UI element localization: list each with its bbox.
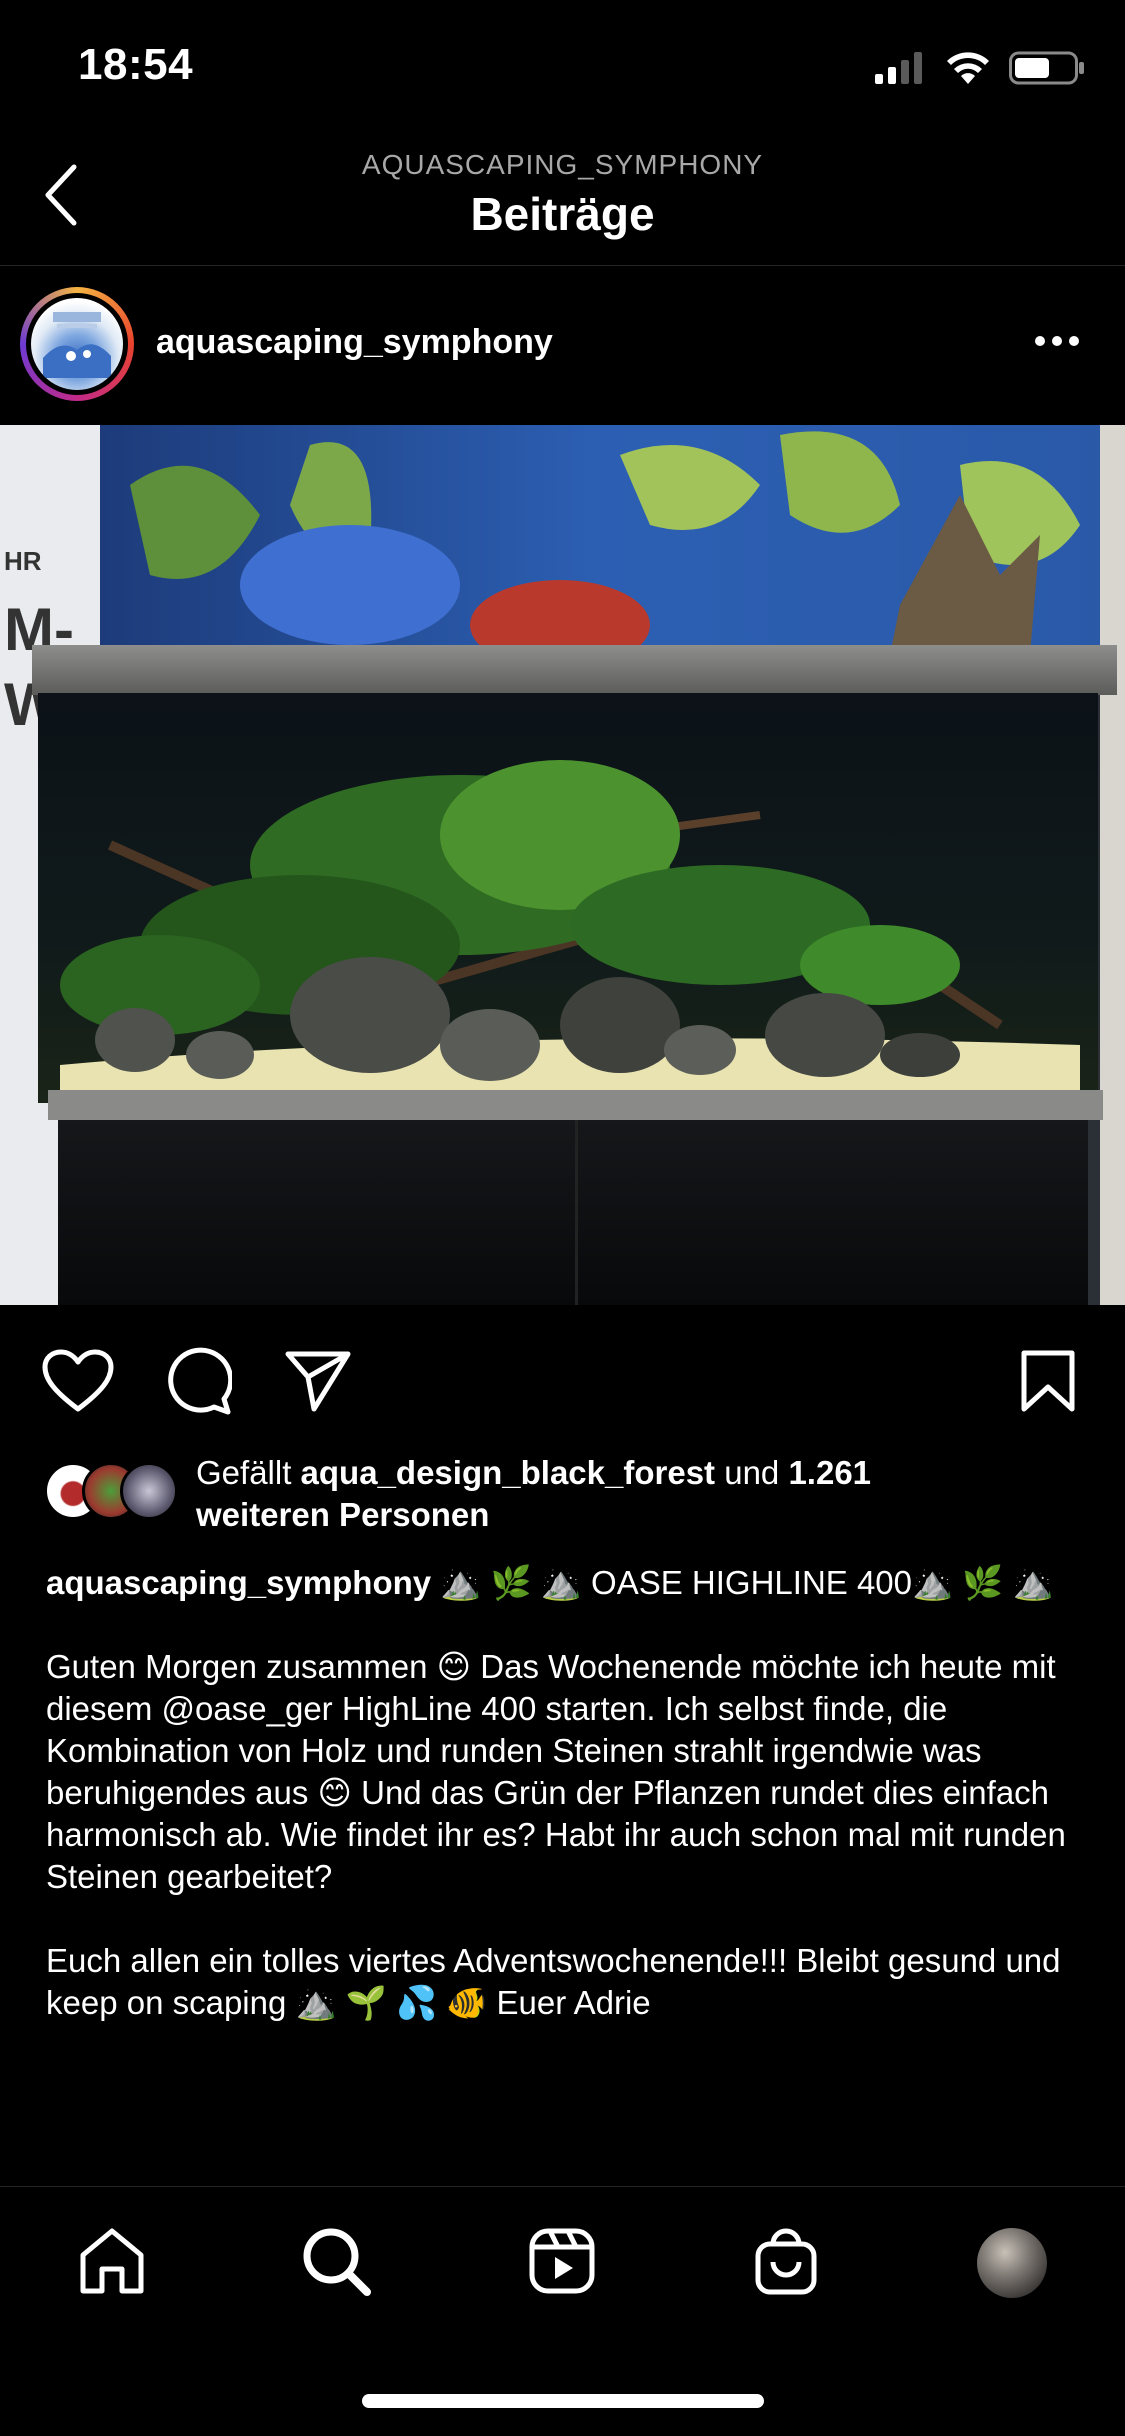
post-caption: aquascaping_symphony ⛰️ 🌿 ⛰️ OASE HIGHLI…: [46, 1562, 1086, 2024]
post-image[interactable]: HR M- W: [0, 425, 1125, 1305]
tab-shop[interactable]: [746, 2223, 826, 2303]
more-options-button[interactable]: [1027, 323, 1087, 363]
reels-icon: [528, 2227, 596, 2300]
like-button[interactable]: [38, 1343, 118, 1423]
avatar[interactable]: [31, 298, 123, 390]
caption-headline: ⛰️ 🌿 ⛰️ OASE HIGHLINE 400⛰️ 🌿 ⛰️: [440, 1564, 1054, 1601]
post-header: aquascaping_symphony: [0, 265, 1125, 425]
home-indicator[interactable]: [362, 2394, 764, 2408]
signal-icon: [875, 51, 927, 89]
page-title: Beiträge: [470, 188, 655, 240]
story-ring[interactable]: [20, 287, 134, 401]
caption-paragraph-2: Euch allen ein tolles viertes Adventswoc…: [46, 1942, 1061, 2021]
tab-home[interactable]: [72, 2223, 152, 2303]
status-time: 18:54: [78, 40, 194, 89]
likes-suffix[interactable]: weiteren Personen: [196, 1496, 489, 1533]
comment-button[interactable]: [158, 1343, 238, 1423]
shop-icon: [753, 2226, 819, 2301]
status-bar: 18:54: [0, 0, 1125, 135]
caption-headline-line: aquascaping_symphony ⛰️ 🌿 ⛰️ OASE HIGHLI…: [46, 1562, 1086, 1604]
liker-avatars: [44, 1462, 184, 1522]
likes-middle: und: [715, 1454, 789, 1491]
wall-text-1: HR: [4, 546, 42, 576]
comment-icon: [164, 1347, 234, 1420]
tab-search[interactable]: [296, 2223, 376, 2303]
likes-count[interactable]: 1.261: [788, 1454, 871, 1491]
post-username[interactable]: aquascaping_symphony: [156, 323, 553, 362]
likes-prefix: Gefällt: [196, 1454, 301, 1491]
profile-avatar: [977, 2228, 1047, 2298]
search-icon: [301, 2226, 371, 2301]
wifi-icon: [945, 51, 991, 90]
battery-icon: [1009, 50, 1085, 91]
send-icon: [284, 1349, 352, 1418]
likes-row[interactable]: Gefällt aqua_design_black_forest und 1.2…: [0, 1452, 1125, 1552]
nav-header: AQUASCAPING_SYMPHONY Beiträge: [0, 135, 1125, 266]
tab-profile[interactable]: [972, 2223, 1052, 2303]
heart-icon: [42, 1349, 114, 1418]
caption-username[interactable]: aquascaping_symphony: [46, 1564, 431, 1601]
status-icons: [875, 48, 1085, 92]
share-button[interactable]: [278, 1343, 358, 1423]
caption-paragraph-1: Guten Morgen zusammen 😊 Das Wochenende m…: [46, 1648, 1066, 1895]
avatar-border: [26, 293, 128, 395]
nav-subtitle: AQUASCAPING_SYMPHONY: [361, 149, 764, 180]
save-button[interactable]: [1008, 1343, 1088, 1423]
liker-avatar-3: [120, 1462, 178, 1520]
tab-reels[interactable]: [522, 2223, 602, 2303]
likes-text: Gefällt aqua_design_black_forest und 1.2…: [196, 1452, 1076, 1536]
liked-by-username[interactable]: aqua_design_black_forest: [301, 1454, 716, 1491]
home-icon: [77, 2227, 147, 2300]
bookmark-icon: [1020, 1349, 1076, 1418]
tab-bar: [0, 2186, 1125, 2337]
more-icon: [1034, 334, 1080, 352]
post-actions: [0, 1305, 1125, 1455]
aquarium-photo: HR M- W: [0, 425, 1125, 1305]
